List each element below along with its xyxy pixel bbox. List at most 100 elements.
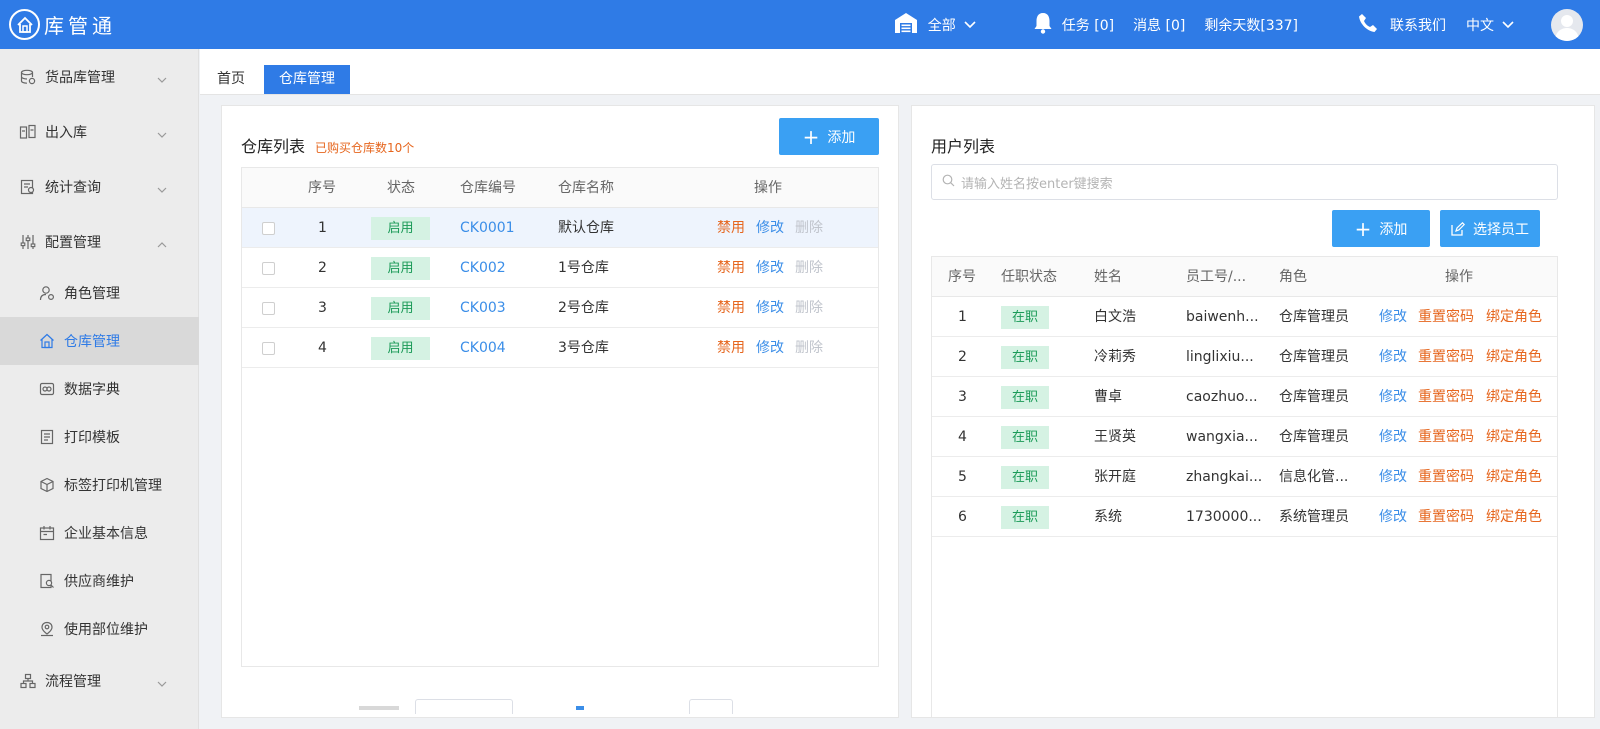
edit-link[interactable]: 修改: [756, 328, 784, 368]
reset-password-link[interactable]: 重置密码: [1418, 377, 1474, 417]
edit-link[interactable]: 修改: [756, 208, 784, 248]
edit-link[interactable]: 修改: [1379, 337, 1407, 377]
col-header: 仓库名称: [558, 180, 614, 196]
disable-link[interactable]: 禁用: [717, 208, 745, 248]
delete-link[interactable]: 删除: [795, 208, 823, 248]
user-avatar[interactable]: [1551, 8, 1583, 41]
disable-link[interactable]: 禁用: [717, 248, 745, 288]
bind-role-link[interactable]: 绑定角色: [1486, 377, 1542, 417]
disable-link[interactable]: 禁用: [717, 328, 745, 368]
chevron-down-icon: [157, 71, 167, 87]
table-header: 序号 状态 仓库编号 仓库名称 操作: [242, 168, 878, 208]
warehouse-code-link[interactable]: CK004: [460, 328, 506, 368]
sidebar-item-company-info[interactable]: 企业基本信息: [0, 509, 199, 557]
reset-password-link[interactable]: 重置密码: [1418, 337, 1474, 377]
table-row[interactable]: 5 在职 张开庭 zhangkai... 信息化管... 修改 重置密码 绑定角…: [932, 457, 1557, 497]
status-badge: 启用: [371, 297, 430, 320]
status-badge: 在职: [1001, 386, 1049, 409]
sidebar-item-print-template[interactable]: 打印模板: [0, 413, 199, 461]
pager-current-page[interactable]: [576, 706, 584, 710]
sidebar-item-label: 角色管理: [64, 286, 120, 302]
warehouse-code-link[interactable]: CK003: [460, 288, 506, 328]
reset-password-link[interactable]: 重置密码: [1418, 297, 1474, 337]
row-checkbox[interactable]: [262, 262, 275, 275]
employee-id: linglixiu...: [1186, 349, 1254, 365]
bind-role-link[interactable]: 绑定角色: [1486, 417, 1542, 457]
bind-role-link[interactable]: 绑定角色: [1486, 297, 1542, 337]
sidebar-item-location[interactable]: 使用部位维护: [0, 605, 199, 653]
table-row[interactable]: 1 启用 CK0001 默认仓库 禁用 修改 删除: [242, 208, 878, 248]
chevron-down-icon: [157, 675, 167, 691]
user-name: 白文浩: [1094, 309, 1136, 325]
table-row[interactable]: 2 启用 CK002 1号仓库 禁用 修改 删除: [242, 248, 878, 288]
sidebar-item-supplier[interactable]: 供应商维护: [0, 557, 199, 605]
row-checkbox[interactable]: [262, 342, 275, 355]
table-row[interactable]: 3 启用 CK003 2号仓库 禁用 修改 删除: [242, 288, 878, 328]
row-checkbox[interactable]: [262, 222, 275, 235]
delete-link[interactable]: 删除: [795, 248, 823, 288]
sidebar-item-config[interactable]: 配置管理: [0, 218, 199, 266]
select-employee-button[interactable]: 选择员工: [1440, 210, 1540, 247]
edit-link[interactable]: 修改: [1379, 497, 1407, 537]
bind-role-link[interactable]: 绑定角色: [1486, 497, 1542, 537]
language-selector[interactable]: 中文: [1466, 15, 1514, 35]
app-logo[interactable]: 库管通: [0, 0, 200, 49]
messages-link[interactable]: 消息 [0]: [1133, 15, 1185, 35]
pagination[interactable]: [222, 694, 898, 714]
table-row[interactable]: 2 在职 冷莉秀 linglixiu... 仓库管理员 修改 重置密码 绑定角色: [932, 337, 1557, 377]
tab-home[interactable]: 首页: [217, 65, 245, 94]
tab-warehouse[interactable]: 仓库管理: [264, 65, 350, 94]
table-row[interactable]: 4 启用 CK004 3号仓库 禁用 修改 删除: [242, 328, 878, 368]
remaining-days: 剩余天数[337]: [1204, 15, 1298, 35]
sidebar-item-label: 配置管理: [45, 235, 101, 251]
edit-link[interactable]: 修改: [1379, 417, 1407, 457]
bind-role-link[interactable]: 绑定角色: [1486, 457, 1542, 497]
page-size-select[interactable]: [415, 699, 513, 714]
table-row[interactable]: 1 在职 白文浩 baiwenh... 仓库管理员 修改 重置密码 绑定角色: [932, 297, 1557, 337]
page-jump-input[interactable]: [689, 699, 733, 714]
add-user-button[interactable]: + 添加: [1332, 210, 1430, 247]
sidebar-item-goods[interactable]: 货品库管理: [0, 53, 199, 101]
reset-password-link[interactable]: 重置密码: [1418, 457, 1474, 497]
delete-link[interactable]: 删除: [795, 288, 823, 328]
edit-link[interactable]: 修改: [1379, 297, 1407, 337]
edit-link[interactable]: 修改: [1379, 457, 1407, 497]
col-header: 操作: [1445, 269, 1473, 285]
col-header: 角色: [1279, 269, 1307, 285]
delete-link[interactable]: 删除: [795, 328, 823, 368]
sidebar: 货品库管理 出入库 统计查询 配置管理 角色管理 仓库管理 数据字典 打印模板 …: [0, 49, 199, 729]
disable-link[interactable]: 禁用: [717, 288, 745, 328]
sidebar-item-warehouse[interactable]: 仓库管理: [0, 317, 199, 365]
warehouse-code-link[interactable]: CK002: [460, 248, 506, 288]
user-role: 信息化管...: [1279, 469, 1349, 485]
tasks-link[interactable]: 任务 [0]: [1033, 12, 1114, 38]
status-badge: 启用: [371, 257, 430, 280]
contact-us-link[interactable]: 联系我们: [1358, 13, 1446, 37]
table-row[interactable]: 6 在职 系统 1730000... 系统管理员 修改 重置密码 绑定角色: [932, 497, 1557, 537]
row-no: 4: [318, 340, 327, 356]
reset-password-link[interactable]: 重置密码: [1418, 497, 1474, 537]
messages-count: 消息 [0]: [1133, 17, 1186, 34]
sidebar-item-dictionary[interactable]: 数据字典: [0, 365, 199, 413]
user-search-input[interactable]: 请输入姓名按enter键搜索: [931, 164, 1558, 200]
warehouse-selector[interactable]: 全部: [894, 12, 976, 38]
edit-link[interactable]: 修改: [1379, 377, 1407, 417]
sidebar-item-inout[interactable]: 出入库: [0, 108, 199, 156]
sidebar-item-label-printer[interactable]: 标签打印机管理: [0, 461, 199, 509]
warehouse-code-link[interactable]: CK0001: [460, 208, 515, 248]
edit-link[interactable]: 修改: [756, 288, 784, 328]
sidebar-item-roles[interactable]: 角色管理: [0, 269, 199, 317]
add-warehouse-button[interactable]: + 添加: [779, 118, 879, 155]
user-panel-title: 用户列表: [931, 137, 996, 156]
sidebar-item-workflow[interactable]: 流程管理: [0, 657, 199, 705]
sidebar-item-stats[interactable]: 统计查询: [0, 163, 199, 211]
edit-link[interactable]: 修改: [756, 248, 784, 288]
bind-role-link[interactable]: 绑定角色: [1486, 337, 1542, 377]
reset-password-link[interactable]: 重置密码: [1418, 417, 1474, 457]
warehouse-panel-title: 仓库列表 已购买仓库数10个: [241, 133, 414, 157]
sidebar-item-label: 流程管理: [45, 674, 101, 690]
row-checkbox[interactable]: [262, 302, 275, 315]
home-icon: [38, 332, 56, 350]
table-row[interactable]: 3 在职 曹卓 caozhuo... 仓库管理员 修改 重置密码 绑定角色: [932, 377, 1557, 417]
table-row[interactable]: 4 在职 王贤英 wangxia... 仓库管理员 修改 重置密码 绑定角色: [932, 417, 1557, 457]
